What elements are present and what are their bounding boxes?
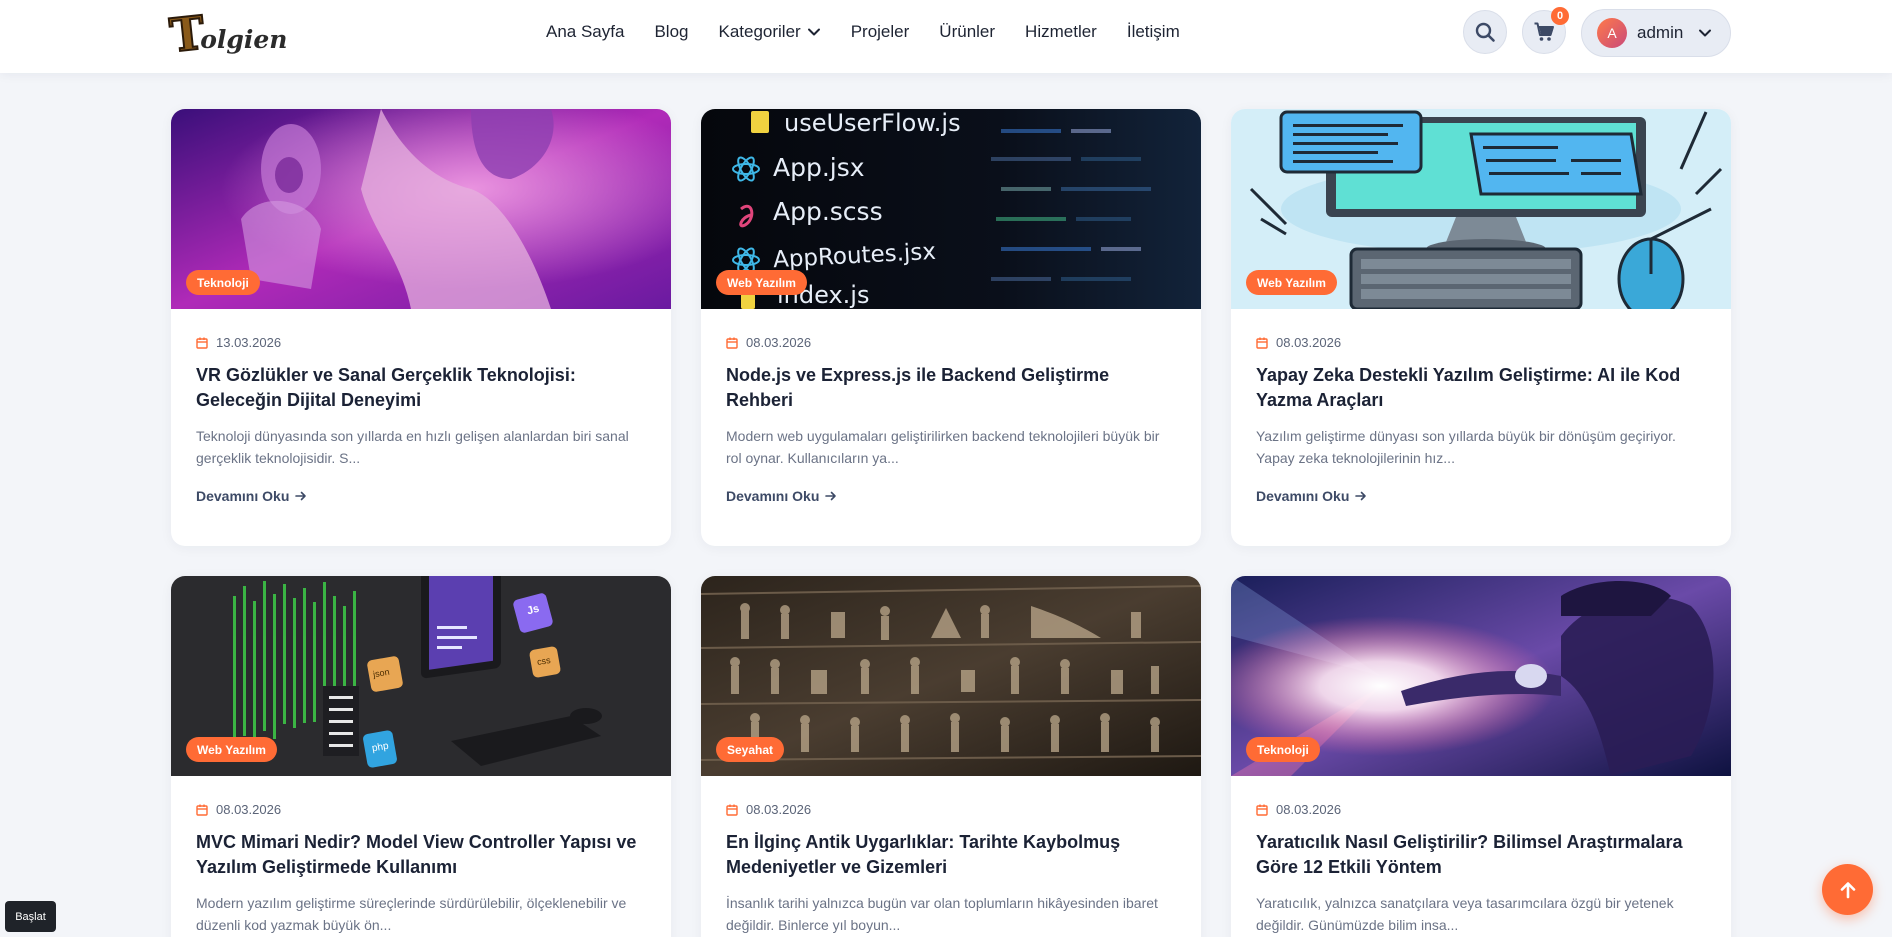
category-badge[interactable]: Web Yazılım <box>716 270 807 295</box>
calendar-icon <box>1256 337 1268 349</box>
post-title[interactable]: Yapay Zeka Destekli Yazılım Geliştirme: … <box>1256 363 1706 413</box>
post-image[interactable]: Teknoloji <box>171 109 671 309</box>
read-more-link[interactable]: Devamını Oku <box>1256 488 1706 504</box>
arrow-right-icon <box>825 491 837 501</box>
post-image[interactable]: useUserFlow.js App.jsx App.scss AppRoute… <box>701 109 1201 309</box>
post-card[interactable]: Js css php json Web Yazılım 08.03.2026 M… <box>171 576 671 937</box>
chevron-down-icon <box>807 28 820 36</box>
nav-home[interactable]: Ana Sayfa <box>546 22 624 42</box>
user-name: admin <box>1637 23 1684 42</box>
post-card[interactable]: Seyahat 08.03.2026 En İlginç Antik Uygar… <box>701 576 1201 937</box>
post-date-text: 08.03.2026 <box>1276 802 1342 817</box>
calendar-icon <box>726 337 738 349</box>
nav-contact-label: İletişim <box>1126 22 1180 41</box>
nav-products-label: Ürünler <box>939 22 996 41</box>
category-badge[interactable]: Web Yazılım <box>1246 270 1337 295</box>
file-name-1: useUserFlow.js <box>784 109 961 137</box>
post-image[interactable]: Seyahat <box>701 576 1201 776</box>
nav-services-label: Hizmetler <box>1025 22 1097 41</box>
arrow-up-icon <box>1840 881 1855 898</box>
read-more-link[interactable]: Devamını Oku <box>726 488 1176 504</box>
category-badge[interactable]: Teknoloji <box>1246 737 1320 762</box>
post-image[interactable]: Teknoloji <box>1231 576 1731 776</box>
post-date: 08.03.2026 <box>726 802 1176 817</box>
post-card[interactable]: Web Yazılım 08.03.2026 Yapay Zeka Destek… <box>1231 109 1731 546</box>
post-date: 08.03.2026 <box>726 335 1176 350</box>
search-button[interactable] <box>1463 10 1507 54</box>
cart-count-badge: 0 <box>1551 7 1569 25</box>
post-date-text: 08.03.2026 <box>746 335 812 350</box>
search-icon <box>1475 22 1495 42</box>
post-date-text: 13.03.2026 <box>216 335 282 350</box>
nav-projects[interactable]: Projeler <box>851 22 910 42</box>
read-more-label: Devamını Oku <box>1256 488 1350 504</box>
logo-initial: T <box>166 4 208 63</box>
logo-text: olgien <box>200 24 288 54</box>
post-date: 08.03.2026 <box>1256 802 1706 817</box>
post-date-text: 08.03.2026 <box>216 802 282 817</box>
category-badge[interactable]: Teknoloji <box>186 270 260 295</box>
post-image[interactable]: Web Yazılım <box>1231 109 1731 309</box>
post-excerpt: Yaratıcılık, yalnızca sanatçılara veya t… <box>1256 895 1674 933</box>
post-date: 08.03.2026 <box>1256 335 1706 350</box>
main-nav: Ana Sayfa Blog Kategoriler Projeler Ürün… <box>546 0 1180 64</box>
post-title[interactable]: Yaratıcılık Nasıl Geliştirilir? Bilimsel… <box>1256 830 1706 880</box>
calendar-icon <box>196 804 208 816</box>
post-date-text: 08.03.2026 <box>746 802 812 817</box>
post-date: 08.03.2026 <box>196 802 646 817</box>
file-name-3: App.scss <box>773 197 883 226</box>
nav-blog[interactable]: Blog <box>654 22 688 42</box>
start-button[interactable]: Başlat <box>5 901 56 932</box>
nav-projects-label: Projeler <box>850 22 910 41</box>
post-excerpt: Modern yazılım geliştirme süreçlerinde s… <box>196 895 627 933</box>
nav-services[interactable]: Hizmetler <box>1025 22 1097 42</box>
read-more-label: Devamını Oku <box>196 488 290 504</box>
site-header: T olgien Ana Sayfa Blog Kategoriler Proj… <box>0 0 1892 73</box>
read-more-label: Devamını Oku <box>726 488 820 504</box>
read-more-link[interactable]: Devamını Oku <box>196 488 646 504</box>
calendar-icon <box>1256 804 1268 816</box>
post-card[interactable]: useUserFlow.js App.jsx App.scss AppRoute… <box>701 109 1201 546</box>
post-date: 13.03.2026 <box>196 335 646 350</box>
file-name-2: App.jsx <box>773 153 865 182</box>
nav-blog-label: Blog <box>654 22 689 41</box>
post-card[interactable]: Teknoloji 08.03.2026 Yaratıcılık Nasıl G… <box>1231 576 1731 937</box>
post-title[interactable]: MVC Mimari Nedir? Model View Controller … <box>196 830 646 880</box>
category-badge[interactable]: Seyahat <box>716 737 785 762</box>
nav-home-label: Ana Sayfa <box>546 22 625 41</box>
calendar-icon <box>726 804 738 816</box>
calendar-icon <box>196 337 208 349</box>
nav-contact[interactable]: İletişim <box>1127 22 1180 42</box>
category-badge[interactable]: Web Yazılım <box>186 737 277 762</box>
post-title[interactable]: VR Gözlükler ve Sanal Gerçeklik Teknoloj… <box>196 363 646 413</box>
scroll-to-top-button[interactable] <box>1822 864 1873 915</box>
post-card[interactable]: Teknoloji 13.03.2026 VR Gözlükler ve San… <box>171 109 671 546</box>
user-menu-button[interactable]: A admin <box>1581 9 1731 57</box>
cart-icon <box>1534 22 1554 41</box>
arrow-right-icon <box>1355 491 1367 501</box>
post-excerpt: Modern web uygulamaları geliştirilirken … <box>726 428 1160 466</box>
post-date-text: 08.03.2026 <box>1276 335 1342 350</box>
post-excerpt: Teknoloji dünyasında son yıllarda en hız… <box>196 428 629 466</box>
site-logo[interactable]: T olgien <box>166 4 287 63</box>
avatar: A <box>1597 18 1627 48</box>
post-excerpt: Yazılım geliştirme dünyası son yıllarda … <box>1256 428 1676 466</box>
post-title[interactable]: Node.js ve Express.js ile Backend Gelişt… <box>726 363 1176 413</box>
nav-categories-label: Kategoriler <box>718 22 801 41</box>
post-title[interactable]: En İlginç Antik Uygarlıklar: Tarihte Kay… <box>726 830 1176 880</box>
post-excerpt: İnsanlık tarihi yalnızca bugün var olan … <box>726 895 1158 933</box>
post-image[interactable]: Js css php json Web Yazılım <box>171 576 671 776</box>
cart-button[interactable]: 0 <box>1522 7 1569 54</box>
chevron-down-icon <box>1699 29 1712 37</box>
nav-products[interactable]: Ürünler <box>939 22 995 42</box>
nav-categories[interactable]: Kategoriler <box>718 22 820 42</box>
arrow-right-icon <box>295 491 307 501</box>
